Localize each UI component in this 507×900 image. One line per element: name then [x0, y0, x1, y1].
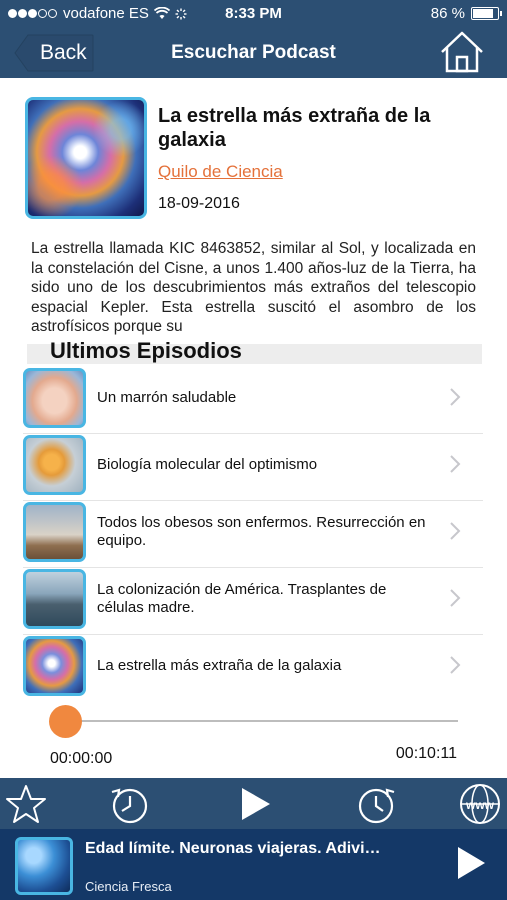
latest-episodes-heading: Ultimos Episodios	[50, 338, 242, 363]
episode-cover-image	[25, 97, 147, 219]
episode-label: Biología molecular del optimismo	[97, 456, 318, 473]
episode-title: La estrella más extraña de la galaxia	[158, 105, 431, 151]
home-icon[interactable]	[439, 30, 485, 74]
list-item[interactable]: Biología molecular del optimismo	[23, 434, 483, 501]
elapsed-time: 00:00:00	[50, 750, 113, 767]
latest-episodes-list: Un marrón saludable Biología molecular d…	[23, 367, 483, 701]
rewind-clock-icon[interactable]	[107, 782, 151, 826]
status-right: 86 %	[430, 5, 502, 22]
episode-label: La colonización de América. Trasplantes …	[97, 581, 387, 616]
mini-player-artwork	[15, 837, 73, 895]
forward-clock-icon[interactable]	[355, 782, 399, 826]
episode-date: 18-09-2016	[158, 195, 240, 212]
chevron-right-icon	[450, 522, 461, 540]
episode-thumbnail	[23, 368, 86, 428]
chevron-right-icon	[450, 656, 461, 674]
chevron-right-icon	[450, 388, 461, 406]
episode-thumbnail	[23, 636, 86, 696]
chevron-right-icon	[450, 589, 461, 607]
episode-description: La estrella llamada KIC 8463852, similar…	[31, 240, 476, 335]
battery-icon	[471, 7, 502, 20]
episode-label: Un marrón saludable	[97, 389, 237, 406]
mini-player[interactable]: Edad límite. Neuronas viajeras. Adivi… C…	[0, 829, 507, 900]
progress-slider-handle[interactable]	[49, 705, 82, 738]
www-globe-icon[interactable]: www	[458, 782, 502, 826]
player-toolbar: www	[0, 778, 507, 829]
episode-label: Todos los obesos son enfermos. Resurrecc…	[97, 514, 426, 549]
mini-player-play-icon[interactable]	[455, 845, 487, 881]
mini-player-title: Edad límite. Neuronas viajeras. Adivi…	[85, 840, 381, 857]
episode-thumbnail	[23, 435, 86, 495]
episode-thumbnail	[23, 569, 86, 629]
svg-text:www: www	[465, 798, 495, 812]
star-icon[interactable]	[4, 782, 48, 826]
page-title: Escuchar Podcast	[171, 42, 336, 63]
mini-player-subtitle: Ciencia Fresca	[85, 879, 172, 894]
chevron-right-icon	[450, 455, 461, 473]
play-icon[interactable]	[232, 782, 276, 826]
navigation-bar: Back Escuchar Podcast	[0, 28, 507, 78]
episode-thumbnail	[23, 502, 86, 562]
list-item[interactable]: La colonización de América. Trasplantes …	[23, 568, 483, 635]
latest-episodes-header: Ultimos Episodios	[27, 338, 482, 364]
episode-label: La estrella más extraña de la galaxia	[97, 657, 342, 674]
status-bar: vodafone ES 8:33 PM 86 %	[0, 0, 507, 28]
progress-track[interactable]	[62, 720, 458, 722]
episode-author-link[interactable]: Quilo de Ciencia	[158, 162, 283, 182]
total-duration: 00:10:11	[395, 745, 457, 762]
battery-percent: 86 %	[430, 5, 465, 22]
list-item[interactable]: La estrella más extraña de la galaxia	[23, 635, 483, 701]
list-item[interactable]: Todos los obesos son enfermos. Resurrecc…	[23, 501, 483, 568]
list-item[interactable]: Un marrón saludable	[23, 367, 483, 434]
podcast-detail: La estrella más extraña de la galaxia Qu…	[0, 78, 507, 778]
